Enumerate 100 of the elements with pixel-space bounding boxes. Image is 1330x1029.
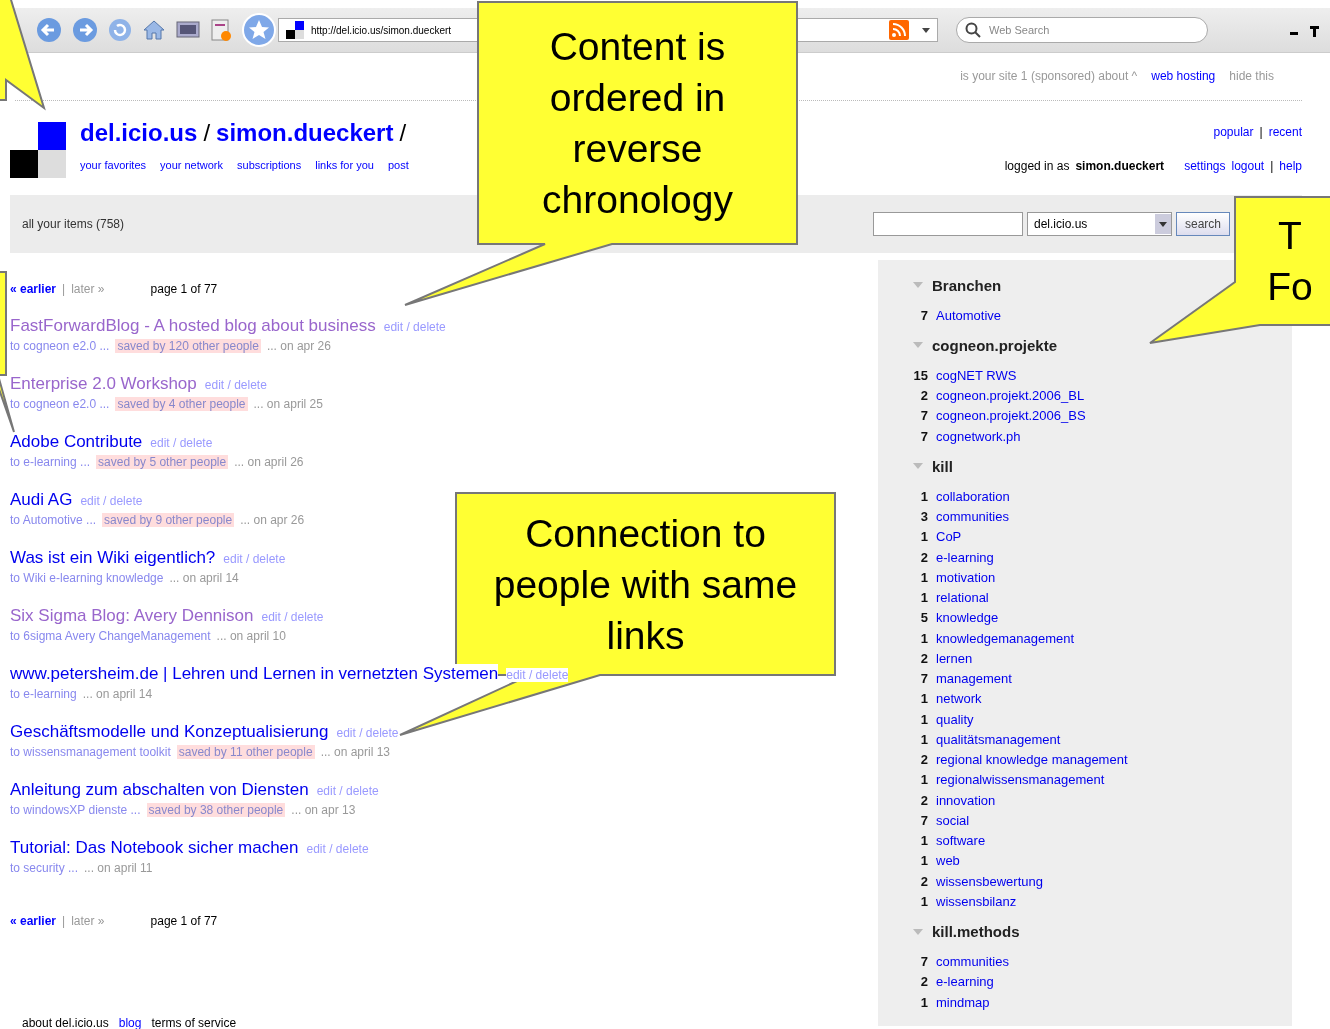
search-field[interactable]: Web Search <box>987 23 1191 37</box>
tag-link[interactable]: software <box>936 833 986 849</box>
tag-link[interactable]: innovation <box>936 792 996 808</box>
collapse-triangle-icon[interactable] <box>912 926 924 937</box>
ad-link[interactable]: web hosting <box>1151 69 1216 83</box>
forward-icon[interactable] <box>72 17 98 43</box>
header-link[interactable]: recent <box>1268 125 1302 139</box>
tag-count: 7 <box>919 954 928 970</box>
tag-link[interactable]: quality <box>936 711 974 727</box>
bookmark-date: ... on apr 26 <box>240 513 305 527</box>
callout-text: T <box>1278 213 1302 259</box>
bookmark-date: ... on april 14 <box>82 687 153 701</box>
bookmark-link[interactable]: Anleitung zum abschalten von Diensten <box>10 780 309 800</box>
tag-count: 2 <box>919 974 928 990</box>
breadcrumb-link[interactable]: del.icio.us <box>80 119 198 147</box>
ad-text: hide this <box>1229 69 1274 83</box>
tag-count: 2 <box>919 873 928 889</box>
tag-link[interactable]: qualitätsmanagement <box>936 731 1061 747</box>
callout-text: reverse <box>572 126 703 172</box>
dropdown-icon <box>1154 214 1171 234</box>
bookmark-tags: to wissensmanagement toolkit <box>10 745 171 759</box>
tag-count: 1 <box>919 772 928 788</box>
tag-link[interactable]: cognetwork.ph <box>936 428 1021 444</box>
tag-count: 15 <box>912 367 928 383</box>
search-box[interactable]: Web Search <box>956 17 1208 43</box>
tag-link[interactable]: knowledgemanagement <box>936 630 1075 646</box>
earlier-link[interactable]: « earlier <box>10 914 57 928</box>
footer-text: about del.icio.us <box>22 1016 109 1029</box>
footer-link[interactable]: blog <box>118 1016 142 1029</box>
tag-link[interactable]: communities <box>936 509 1009 525</box>
tag-link[interactable]: knowledge <box>936 610 999 626</box>
separator: / <box>203 119 211 147</box>
tag-count: 3 <box>919 509 928 525</box>
footer-text: terms of service <box>151 1016 237 1029</box>
bookmark-link[interactable]: www.petersheim.de | Lehren und Lernen in vernetzten Systemen <box>10 664 499 684</box>
header-link[interactable]: popular <box>1213 125 1254 139</box>
account-link[interactable]: settings <box>1184 159 1226 173</box>
reload-icon[interactable] <box>108 18 132 42</box>
tag-count: 1 <box>919 711 928 727</box>
tag-count: 2 <box>919 792 928 808</box>
rss-icon[interactable] <box>889 20 909 40</box>
nav-link[interactable]: your network <box>160 159 223 171</box>
tag-link[interactable]: Automotive <box>936 307 1002 323</box>
tag-link[interactable]: network <box>936 691 982 707</box>
tag-count: 1 <box>919 488 928 504</box>
tag-count: 1 <box>919 569 928 585</box>
collapse-triangle-icon[interactable] <box>912 280 924 290</box>
nav-link[interactable]: subscriptions <box>237 159 302 171</box>
bundle-name: cogneon.projekte <box>932 336 1058 354</box>
scope-select[interactable]: del.icio.us <box>1026 212 1172 236</box>
tag-link[interactable]: web <box>936 853 960 869</box>
nav-link[interactable]: post <box>387 159 409 171</box>
account-link[interactable]: help <box>1279 159 1302 173</box>
bundle-name: kill.methods <box>932 923 1020 940</box>
items-count: all your items (758) <box>22 217 125 231</box>
tag-link[interactable]: e-learning <box>936 974 994 990</box>
tag-link[interactable]: management <box>936 671 1012 687</box>
tag-link[interactable]: wissensbewertung <box>936 873 1043 889</box>
tag-link[interactable]: cogneon.projekt.2006_BL <box>936 388 1085 404</box>
nav-link[interactable]: your favorites <box>80 159 147 171</box>
tag-link[interactable]: mindmap <box>936 994 990 1010</box>
search-button[interactable]: search <box>1175 212 1230 236</box>
tag-link[interactable]: relational <box>936 590 989 606</box>
tag-link[interactable]: lernen <box>936 650 973 666</box>
tag-link[interactable]: regionalwissensmanagement <box>936 772 1105 788</box>
separator: | <box>1259 125 1263 139</box>
bookmark-link[interactable]: Six Sigma Blog: Avery Dennison <box>10 606 254 626</box>
account-link[interactable]: logout <box>1231 159 1265 173</box>
bundle-name: kill <box>932 457 953 475</box>
home-icon[interactable] <box>142 18 166 42</box>
back-icon[interactable] <box>36 17 62 43</box>
tag-count: 7 <box>919 812 928 828</box>
bookmark-link[interactable]: Was ist ein Wiki eigentlich? <box>10 548 216 568</box>
callout-text: chronology <box>542 177 733 223</box>
tag-link[interactable]: cogneon.projekt.2006_BS <box>936 408 1086 424</box>
bookmark-link[interactable]: Geschäftsmodelle und Konzeptualisierung <box>10 722 329 742</box>
bookmark-link[interactable]: Enterprise 2.0 Workshop <box>10 374 197 394</box>
tag-link[interactable]: motivation <box>936 569 996 585</box>
breadcrumb-link[interactable]: simon.dueckert <box>216 119 394 147</box>
tag-count: 1 <box>919 893 928 909</box>
tag-link[interactable]: cogNET RWS <box>936 367 1017 383</box>
tag-count: 1 <box>919 853 928 869</box>
tag-link[interactable]: regional knowledge management <box>936 752 1128 768</box>
site-logo <box>10 122 66 178</box>
tag-count: 7 <box>919 408 928 424</box>
tag-link[interactable]: e-learning <box>936 549 994 565</box>
bookmark-link[interactable]: FastForwardBlog - A hosted blog about business <box>10 316 376 336</box>
nav-link[interactable]: links for you <box>315 159 374 171</box>
tag-link[interactable]: social <box>936 812 970 828</box>
document-icon[interactable] <box>210 18 232 42</box>
tag-link[interactable]: collaboration <box>936 488 1010 504</box>
tag-link[interactable]: wissensbilanz <box>936 893 1017 909</box>
bookmark-date: ... on april 14 <box>169 571 239 585</box>
window-icon[interactable] <box>176 20 200 40</box>
tag-count: 2 <box>919 752 928 768</box>
earlier-link[interactable]: « earlier <box>10 282 57 296</box>
tag-link[interactable]: communities <box>936 954 1009 970</box>
search-input[interactable] <box>872 212 1023 236</box>
tag-link[interactable]: CoP <box>936 529 962 545</box>
bookmark-date: ... on april 10 <box>216 629 286 643</box>
